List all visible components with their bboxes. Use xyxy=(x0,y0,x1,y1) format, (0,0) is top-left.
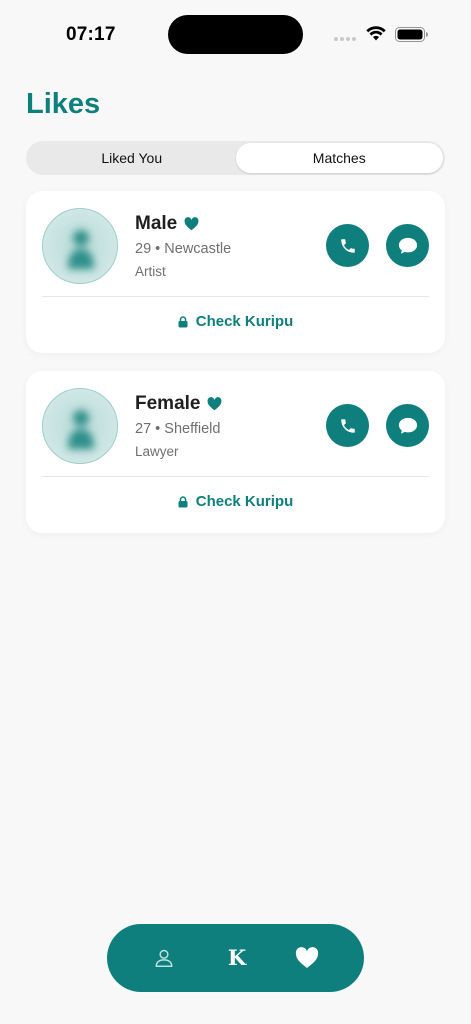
heart-icon xyxy=(184,217,199,231)
avatar[interactable] xyxy=(42,388,118,464)
phone-icon xyxy=(340,238,355,253)
lock-icon xyxy=(178,315,188,327)
match-name: Female xyxy=(135,393,201,414)
page-title: Likes xyxy=(26,88,101,120)
profile-icon xyxy=(155,949,173,967)
match-card[interactable]: Female 27 • Sheffield Lawyer Check Kurip… xyxy=(26,371,445,533)
check-kuripu-label: Check Kuripu xyxy=(195,493,294,510)
check-kuripu-button[interactable]: Check Kuripu xyxy=(26,313,445,330)
match-age-location: 29 • Newcastle xyxy=(135,241,231,257)
likes-tab-switcher: Liked You Matches xyxy=(26,141,445,175)
nav-profile-button[interactable] xyxy=(152,946,176,970)
bottom-nav: K xyxy=(107,924,364,992)
meta-separator: • xyxy=(155,421,161,437)
check-kuripu-button[interactable]: Check Kuripu xyxy=(26,493,445,510)
match-age-location: 27 • Sheffield xyxy=(135,421,220,437)
nav-home-k-button[interactable]: K xyxy=(225,942,249,972)
call-button[interactable] xyxy=(326,404,369,447)
tab-liked-you[interactable]: Liked You xyxy=(28,143,236,173)
heart-icon xyxy=(295,947,319,968)
nav-likes-button[interactable] xyxy=(295,946,319,970)
battery-icon xyxy=(395,27,428,42)
blurred-person-icon xyxy=(68,230,94,269)
match-age: 27 xyxy=(135,421,152,437)
match-name: Male xyxy=(135,213,178,234)
avatar[interactable] xyxy=(42,208,118,284)
tab-matches[interactable]: Matches xyxy=(235,143,443,173)
match-city: Sheffield xyxy=(164,421,221,437)
phone-icon xyxy=(340,418,355,433)
match-occupation: Artist xyxy=(135,264,166,279)
match-card[interactable]: Male 29 • Newcastle Artist Check Kuripu xyxy=(26,191,445,353)
wifi-icon xyxy=(366,26,386,41)
meta-separator: • xyxy=(155,241,161,257)
name-row: Male xyxy=(135,213,199,235)
dynamic-island xyxy=(168,15,303,54)
match-city: Newcastle xyxy=(164,241,232,257)
blurred-person-icon xyxy=(68,410,94,449)
card-divider xyxy=(42,476,429,477)
message-button[interactable] xyxy=(386,224,429,267)
message-button[interactable] xyxy=(386,404,429,447)
chat-bubble-icon xyxy=(398,417,417,434)
match-age: 29 xyxy=(135,241,152,257)
card-divider xyxy=(42,296,429,297)
call-button[interactable] xyxy=(326,224,369,267)
check-kuripu-label: Check Kuripu xyxy=(195,313,294,330)
status-bar: 07:17 xyxy=(0,0,471,70)
match-occupation: Lawyer xyxy=(135,444,179,459)
heart-icon xyxy=(208,397,222,411)
chat-bubble-icon xyxy=(398,237,417,254)
status-time: 07:17 xyxy=(66,24,116,45)
name-row: Female xyxy=(135,393,222,415)
lock-icon xyxy=(178,495,188,507)
cellular-signal-icon xyxy=(334,37,356,41)
